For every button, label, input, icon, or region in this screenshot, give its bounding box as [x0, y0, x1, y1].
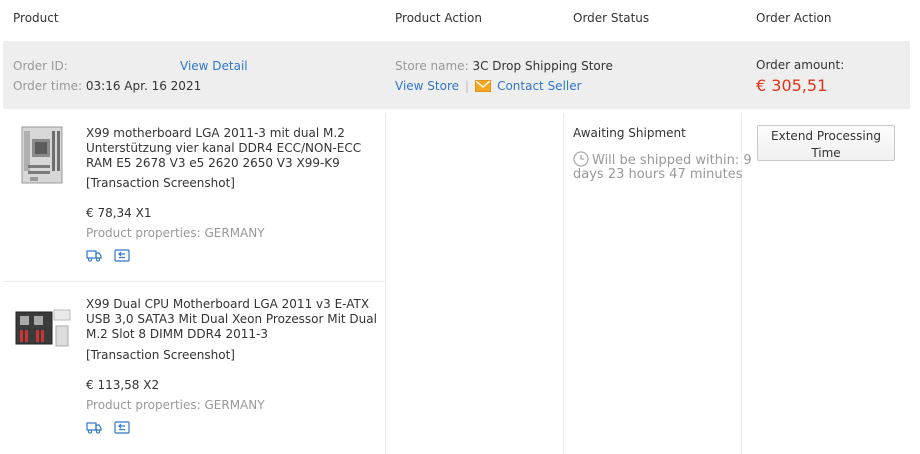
table-header: Product Product Action Order Status Orde…	[0, 0, 920, 36]
item-icons	[86, 421, 138, 437]
order-time-label: Order time:	[13, 79, 83, 93]
shipping-icon[interactable]	[86, 249, 102, 265]
row-divider	[3, 281, 385, 282]
mail-icon[interactable]	[475, 80, 492, 95]
order-id-label: Order ID:	[13, 59, 68, 73]
order-amount-value: € 305,51	[756, 76, 828, 95]
store-name: Store name: 3C Drop Shipping Store	[395, 59, 613, 73]
order-status-text: Awaiting Shipment	[573, 126, 686, 140]
store-links: View Store | Contact Seller	[395, 79, 582, 95]
view-detail-link[interactable]: View Detail	[180, 59, 248, 73]
item-price: € 78,34 X1	[86, 206, 152, 220]
order-amount-label: Order amount:	[756, 58, 845, 72]
header-product-action: Product Action	[395, 11, 482, 25]
item-price: € 113,58 X2	[86, 378, 160, 392]
order-time-value: 03:16 Apr. 16 2021	[85, 79, 202, 93]
transaction-screenshot-link[interactable]: [Transaction Screenshot]	[86, 176, 235, 190]
product-title-link[interactable]: X99 Dual CPU Motherboard LGA 2011 v3 E-A…	[86, 297, 382, 342]
product-properties: Product properties: GERMANY	[86, 398, 265, 412]
order-time: Order time: 03:16 Apr. 16 2021	[13, 79, 201, 93]
exchange-icon[interactable]	[114, 421, 130, 437]
extend-processing-time-button[interactable]: Extend Processing Time	[757, 125, 895, 161]
link-separator: |	[465, 79, 470, 93]
header-order-status: Order Status	[573, 11, 650, 25]
transaction-screenshot-link[interactable]: [Transaction Screenshot]	[86, 348, 235, 362]
item-icons	[86, 249, 138, 265]
button-label-line1: Extend Processing	[771, 129, 881, 143]
product-thumbnail[interactable]	[14, 306, 72, 352]
ship-time-line2: days 23 hours 47 minutes	[573, 167, 743, 182]
store-name-value: 3C Drop Shipping Store	[472, 59, 613, 73]
order-summary	[3, 41, 910, 109]
store-name-label: Store name:	[395, 59, 469, 73]
order-list: Product Product Action Order Status Orde…	[0, 0, 920, 454]
header-product: Product	[13, 11, 59, 25]
button-label-line2: Time	[811, 146, 841, 160]
view-store-link[interactable]: View Store	[395, 79, 459, 93]
product-thumbnail[interactable]	[18, 125, 66, 185]
exchange-icon[interactable]	[114, 249, 130, 265]
column-divider	[385, 113, 386, 454]
product-title-link[interactable]: X99 motherboard LGA 2011-3 mit dual M.2 …	[86, 126, 382, 171]
product-properties: Product properties: GERMANY	[86, 226, 265, 240]
column-divider	[563, 113, 564, 454]
ship-time-text-1: Will be shipped within: 9	[592, 153, 752, 168]
shipping-icon[interactable]	[86, 421, 102, 437]
header-order-action: Order Action	[756, 11, 832, 25]
contact-seller-link[interactable]: Contact Seller	[497, 79, 582, 93]
